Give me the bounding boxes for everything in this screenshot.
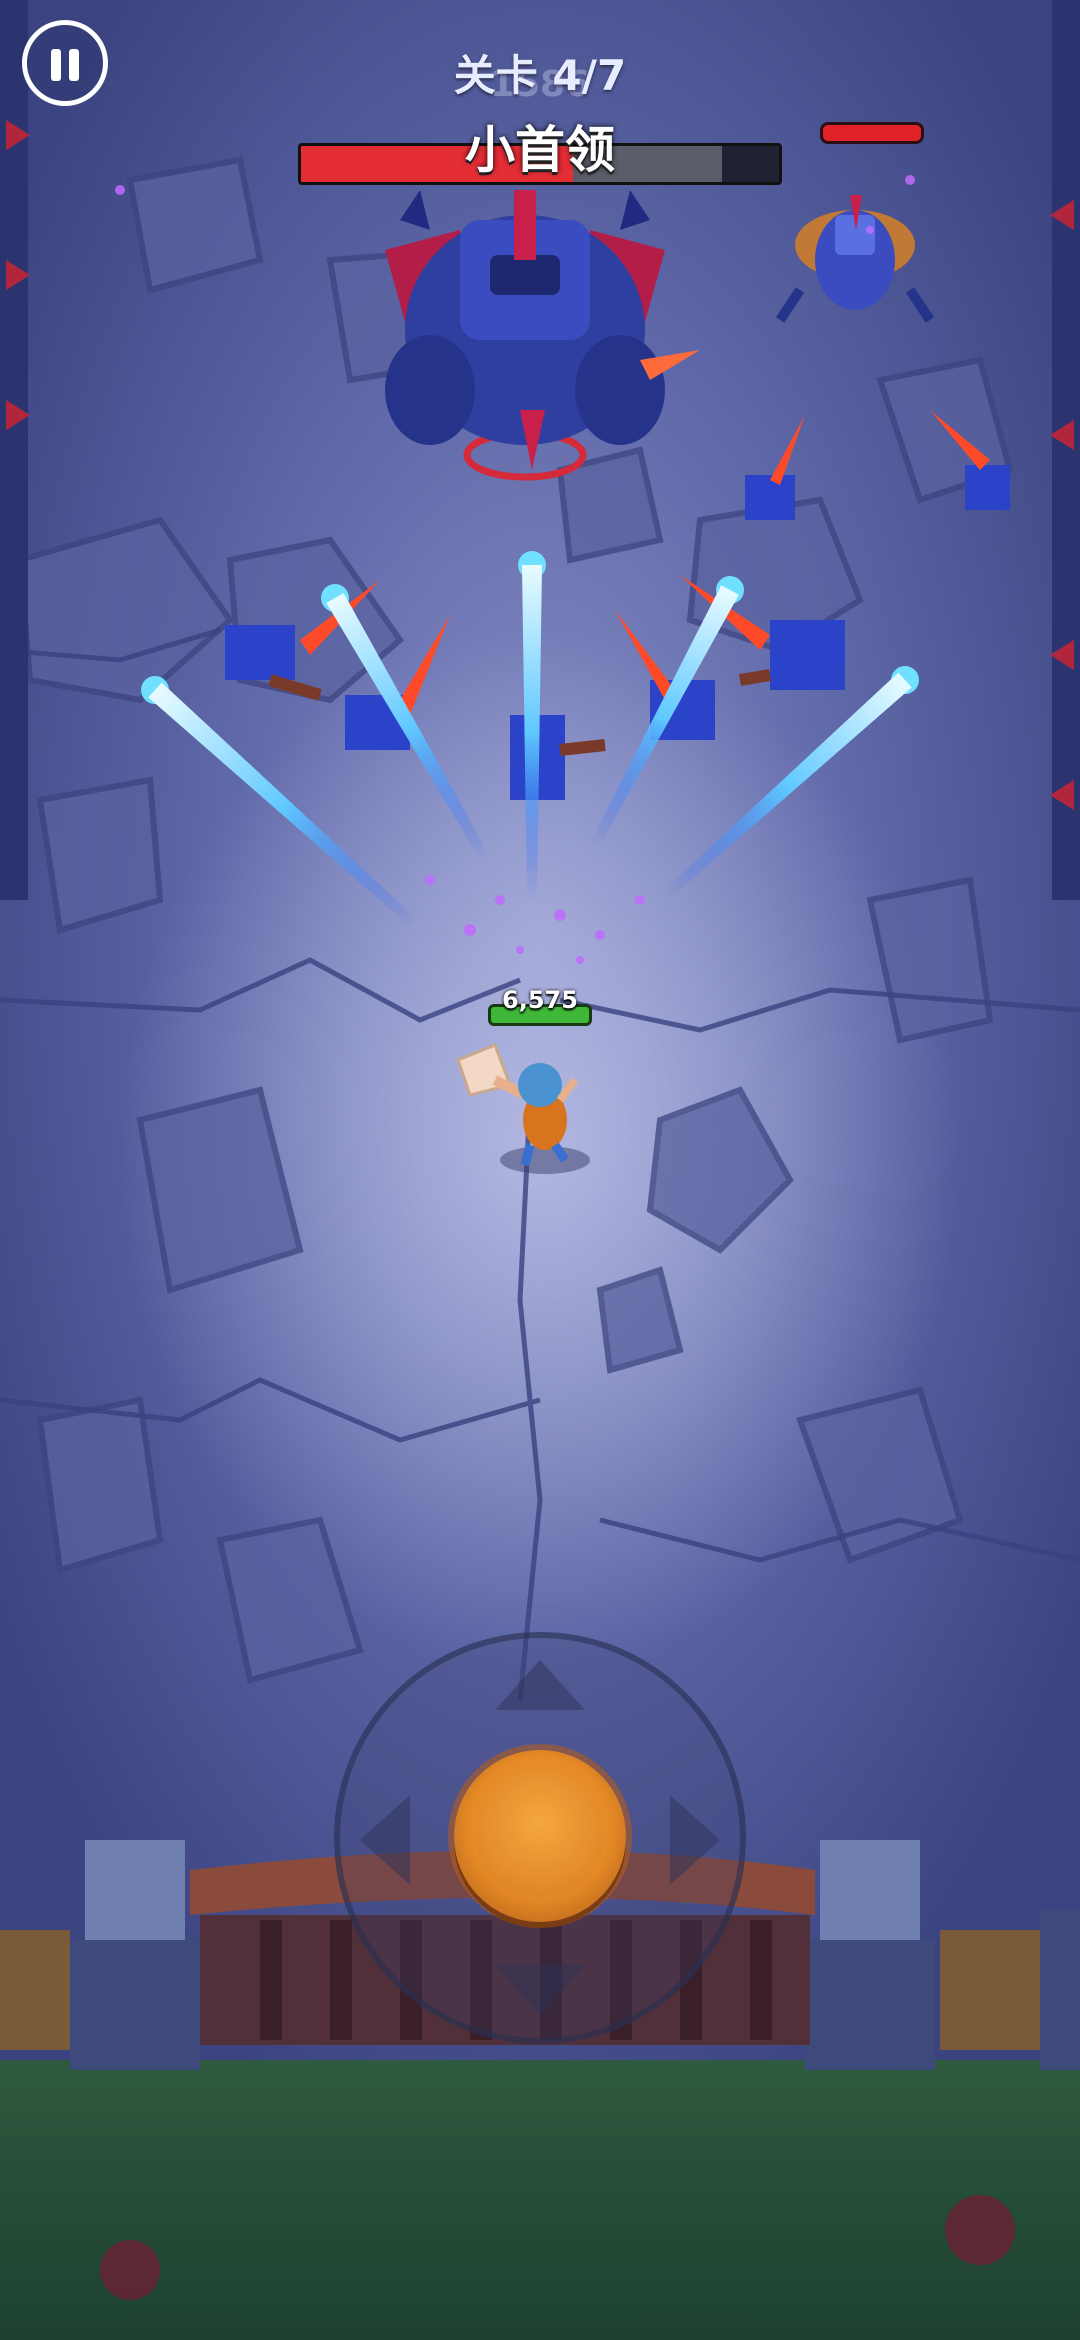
player-health-value: 6,575 xyxy=(502,986,578,1014)
pause-button[interactable] xyxy=(22,20,108,106)
right-wall xyxy=(1052,0,1080,900)
pause-icon xyxy=(51,49,61,81)
minion-health-bar xyxy=(820,122,924,144)
boss-name: 小首领 xyxy=(465,121,615,179)
level-label: 关卡 4/7 xyxy=(453,51,627,100)
joystick-icon[interactable] xyxy=(454,1750,626,1922)
